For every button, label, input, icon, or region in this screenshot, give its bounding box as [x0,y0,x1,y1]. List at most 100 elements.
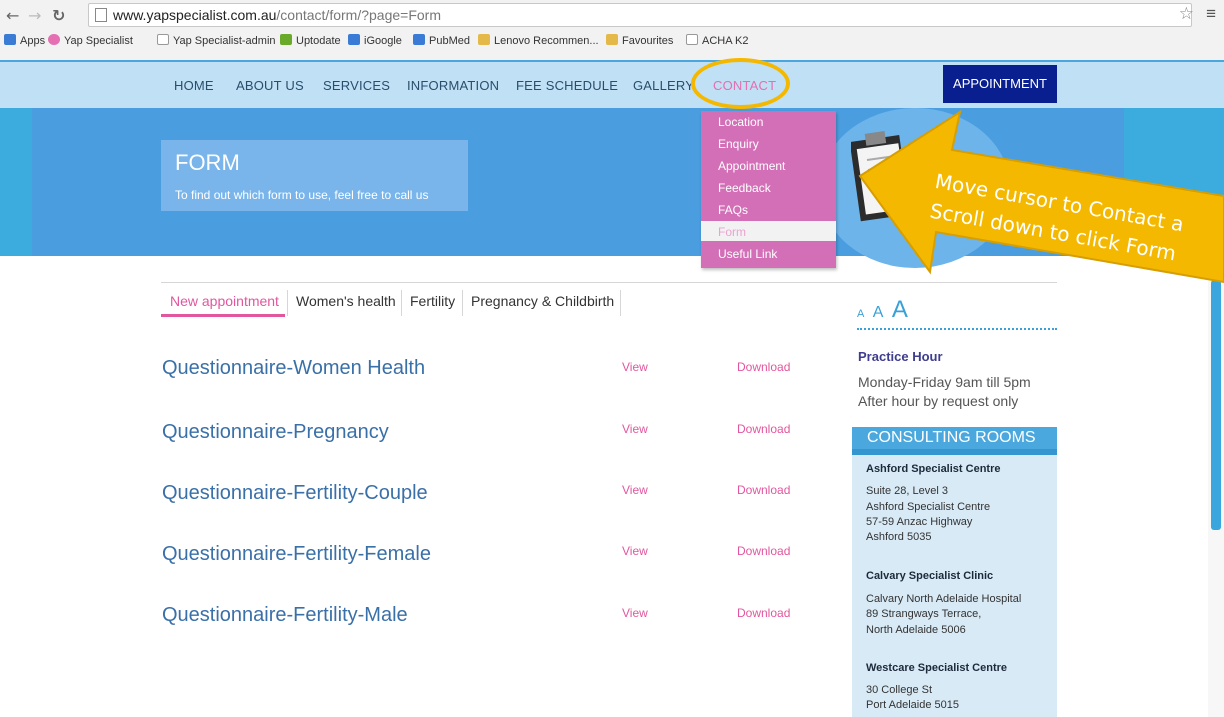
chrome-menu-icon[interactable]: ≡ [1206,4,1216,24]
consulting-rooms-panel: CONSULTING ROOMS Ashford Specialist Cent… [852,427,1057,717]
site-navbar: HOME ABOUT US SERVICES INFORMATION FEE S… [0,60,1224,108]
nav-about-us[interactable]: ABOUT US [236,78,304,93]
dropdown-item-appointment[interactable]: Appointment [718,159,785,173]
view-link[interactable]: View [622,422,648,436]
bookmarks-bar: Apps Yap Specialist Yap Specialist-admin… [0,30,1224,52]
practice-hour-title: Practice Hour [858,349,943,364]
room-address-line: Calvary North Adelaide Hospital [866,593,1022,605]
reload-icon[interactable]: ↻ [52,6,65,25]
nav-services[interactable]: SERVICES [323,78,390,93]
font-size-controls: A A A [857,296,912,324]
view-link[interactable]: View [622,544,648,558]
dropdown-item-useful-link[interactable]: Useful Link [718,247,777,261]
google-icon [348,34,360,45]
bookmark-pubmed[interactable]: PubMed [413,34,470,47]
room-name: Calvary Specialist Clinic [866,570,994,582]
font-size-small[interactable]: A [857,308,864,320]
url-path: /contact/form/?page=Form [276,7,441,23]
page-subtitle: To find out which form to use, feel free… [175,188,429,202]
questionnaire-title[interactable]: Questionnaire-Fertility-Couple [162,482,428,505]
tab-new-appointment[interactable]: New appointment [170,293,279,309]
folder-icon [606,34,618,45]
contact-dropdown-menu: Location Enquiry Appointment Feedback FA… [701,111,836,268]
practice-hour-line: Monday-Friday 9am till 5pm [858,374,1031,390]
content-divider [161,282,1057,283]
back-icon[interactable]: ← [6,6,19,25]
browser-chrome: ← → ↻ www.yapspecialist.com.au/contact/f… [0,0,1224,60]
page-title: FORM [175,150,240,175]
nav-home[interactable]: HOME [174,78,214,93]
tab-separator [287,290,288,316]
site-icon [48,34,60,45]
dropdown-item-feedback[interactable]: Feedback [718,181,771,195]
bookmark-lenovo[interactable]: Lenovo Recommen... [478,34,599,47]
page-icon [686,34,698,45]
room-name: Ashford Specialist Centre [866,463,1001,475]
tab-fertility[interactable]: Fertility [410,293,455,309]
tab-pregnancy-childbirth[interactable]: Pregnancy & Childbirth [471,293,614,309]
rooms-header-strip [852,449,1057,455]
nav-information[interactable]: INFORMATION [407,78,499,93]
tab-separator [620,290,621,316]
download-link[interactable]: Download [737,544,790,558]
download-link[interactable]: Download [737,360,790,374]
room-address-line: Ashford Specialist Centre [866,501,991,513]
room-name: Westcare Specialist Centre [866,662,1008,674]
apps-icon [4,34,16,45]
tab-separator [401,290,402,316]
hero-left-strip [0,108,32,256]
practice-hour-line: After hour by request only [858,393,1019,409]
room-address-line: 57-59 Anzac Highway [866,516,973,528]
questionnaire-title[interactable]: Questionnaire-Women Health [162,357,425,380]
hero-title-box: FORM To find out which form to use, feel… [161,140,468,211]
address-row: ← → ↻ www.yapspecialist.com.au/contact/f… [0,0,1224,30]
nav-fee-schedule[interactable]: FEE SCHEDULE [516,78,618,93]
url-host: www.yapspecialist.com.au [113,7,277,23]
appointment-button[interactable]: APPOINTMENT [943,65,1057,103]
dropdown-item-location[interactable]: Location [718,115,763,129]
address-bar[interactable]: www.yapspecialist.com.au/contact/form/?p… [88,3,1192,27]
tab-womens-health[interactable]: Women's health [296,293,396,309]
uptodate-icon [280,34,292,45]
forward-icon[interactable]: → [28,6,41,25]
pubmed-icon [413,34,425,45]
nav-gallery[interactable]: GALLERY [633,78,694,93]
bookmark-star-icon[interactable]: ☆ [1179,4,1194,24]
download-link[interactable]: Download [737,422,790,436]
sidebar-dotted-divider [857,328,1057,330]
bookmark-acha[interactable]: ACHA K2 [686,34,748,47]
page-icon [95,8,107,22]
questionnaire-title[interactable]: Questionnaire-Fertility-Male [162,604,408,627]
bookmark-yap-specialist[interactable]: Yap Specialist [48,34,133,47]
download-link[interactable]: Download [737,606,790,620]
questionnaire-title[interactable]: Questionnaire-Fertility-Female [162,543,431,566]
dropdown-item-enquiry[interactable]: Enquiry [718,137,759,151]
bookmark-favourites[interactable]: Favourites [606,34,673,47]
download-link[interactable]: Download [737,483,790,497]
dropdown-item-form[interactable]: Form [718,225,746,239]
room-address-line: Ashford 5035 [866,531,932,543]
room-address-line: 89 Strangways Terrace, [866,608,982,620]
room-address-line: North Adelaide 5006 [866,624,966,636]
page-icon [157,34,169,45]
room-address-line: Suite 28, Level 3 [866,485,948,497]
bookmark-igoogle[interactable]: iGoogle [348,34,402,47]
view-link[interactable]: View [622,483,648,497]
view-link[interactable]: View [622,360,648,374]
bookmark-yap-admin[interactable]: Yap Specialist-admin [157,34,276,47]
bookmark-apps[interactable]: Apps [4,34,45,47]
dropdown-item-faqs[interactable]: FAQs [718,203,748,217]
active-tab-underline [161,314,285,317]
contact-highlight-circle [691,58,790,109]
bookmark-uptodate[interactable]: Uptodate [280,34,341,47]
scrollbar-thumb[interactable] [1211,280,1221,530]
font-size-medium[interactable]: A [873,304,884,321]
clipboard-icon [851,131,911,222]
folder-icon [478,34,490,45]
room-address-line: 30 College St [866,684,933,696]
view-link[interactable]: View [622,606,648,620]
font-size-large[interactable]: A [892,296,908,323]
questionnaire-title[interactable]: Questionnaire-Pregnancy [162,421,389,444]
room-address-line: Port Adelaide 5015 [866,699,959,711]
tab-separator [462,290,463,316]
